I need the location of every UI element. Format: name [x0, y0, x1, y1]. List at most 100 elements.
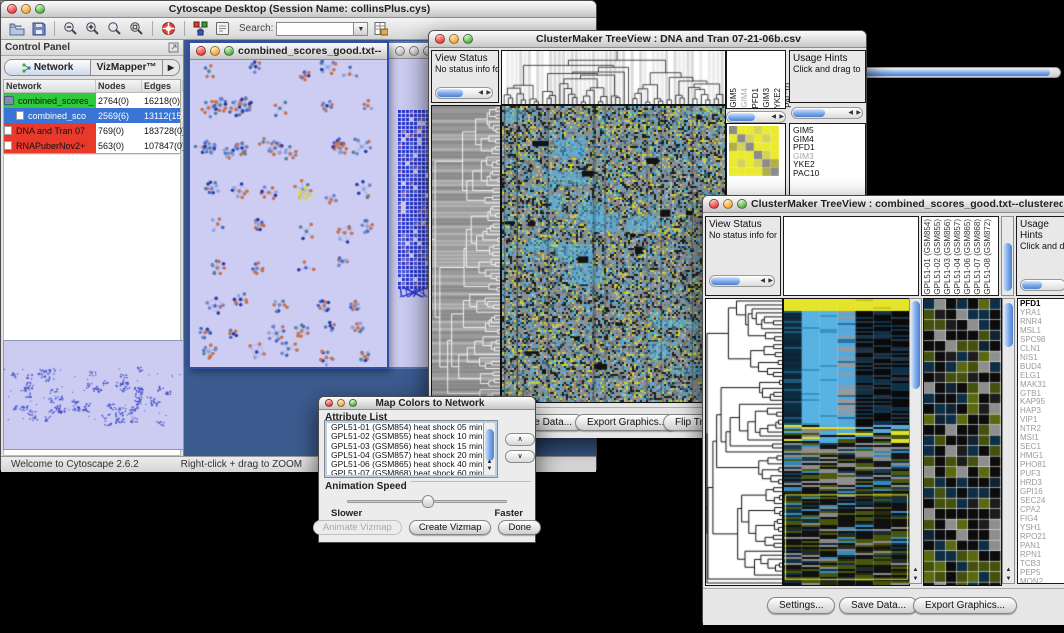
float-panel-icon[interactable] — [168, 42, 179, 53]
network-table-row[interactable]: RNAPuberNov2+ 563(0) 107847(0) — [4, 138, 180, 153]
tab-network[interactable]: Network — [5, 60, 91, 75]
tv1-row-dendrogram[interactable] — [431, 105, 501, 403]
attribute-item[interactable]: GPL51-07 (GSM868) heat shock 60 min — [329, 469, 495, 477]
scroll-right-arrow[interactable]: ▶ — [779, 112, 784, 122]
open-file-button[interactable] — [7, 19, 26, 38]
scrollbar-thumb[interactable] — [1022, 281, 1042, 289]
network-table-column[interactable]: Edges — [142, 80, 183, 92]
dense-network-canvas[interactable] — [398, 110, 430, 298]
zoom-fit-button[interactable] — [127, 19, 146, 38]
export-graphics-button[interactable]: Export Graphics... — [913, 597, 1017, 614]
done-button[interactable]: Done — [498, 520, 541, 535]
zoom-button[interactable] — [737, 199, 747, 209]
net1-titlebar[interactable]: combined_scores_good.txt--cluste... — [190, 43, 387, 60]
tv2-status-hscrollbar[interactable]: ◀ ▶ — [709, 275, 775, 287]
close-button[interactable] — [435, 34, 445, 44]
animation-speed-slider[interactable] — [347, 500, 507, 503]
column-label[interactable]: GPL51-02 (GSM855) — [933, 219, 943, 295]
treeview2-titlebar[interactable]: ClusterMaker TreeView : combined_scores_… — [703, 196, 1064, 213]
scrollbar-thumb[interactable] — [911, 301, 920, 389]
column-label[interactable]: GIM5 — [729, 88, 739, 108]
tab-overflow-button[interactable]: ▶ — [163, 60, 179, 75]
network-table-row[interactable]: combined_scores_ 2764(0) 16218(0) — [4, 93, 180, 108]
scrollbar-thumb[interactable] — [711, 277, 740, 285]
save-data-button[interactable]: Save Data... — [839, 597, 918, 614]
move-up-button[interactable]: ∧ — [505, 433, 535, 446]
close-button[interactable] — [395, 46, 405, 56]
scroll-right-arrow[interactable]: ▶ — [486, 88, 491, 98]
tv2-labels-vscrollbar[interactable] — [1001, 216, 1014, 296]
scrollbar-thumb[interactable] — [485, 429, 494, 461]
column-label[interactable]: GPL51-01 (GSM854) — [923, 219, 933, 295]
column-label[interactable]: GPL51-04 (GSM857) — [953, 219, 963, 295]
tv2-zoomed-heatmap[interactable] — [923, 298, 1002, 586]
move-down-button[interactable]: ∨ — [505, 450, 535, 463]
minimize-button[interactable] — [21, 4, 31, 14]
scrollbar-thumb[interactable] — [1004, 303, 1013, 347]
close-button[interactable] — [325, 399, 333, 407]
tv2-genes-vscrollbar[interactable]: ▲ ▼ — [1002, 298, 1015, 584]
treeview1-titlebar[interactable]: ClusterMaker TreeView : DNA and Tran 07-… — [429, 31, 866, 48]
scroll-up-arrow[interactable]: ▲ — [1003, 567, 1014, 573]
minimize-button[interactable] — [210, 46, 220, 56]
network-overview-minimap[interactable] — [3, 340, 184, 450]
scroll-left-arrow[interactable]: ◀ — [760, 276, 765, 286]
zoom-button[interactable] — [35, 4, 45, 14]
tv1-zoomed-heatmap[interactable] — [729, 126, 779, 176]
scroll-left-arrow[interactable]: ◀ — [848, 108, 853, 118]
column-label[interactable]: GPL51-07 (GSM868) — [973, 219, 983, 295]
scroll-down-arrow[interactable]: ▼ — [484, 465, 495, 474]
gene-label[interactable]: MON2 — [1020, 578, 1064, 584]
tv2-heatmap[interactable] — [783, 298, 910, 586]
scroll-left-arrow[interactable]: ◀ — [478, 88, 483, 98]
scrollbar-thumb[interactable] — [793, 109, 825, 117]
zoom-button[interactable] — [463, 34, 473, 44]
close-button[interactable] — [7, 4, 17, 14]
column-label[interactable]: PFD1 — [751, 88, 761, 108]
tv1-heatmap[interactable] — [501, 105, 726, 403]
animate-vizmap-button[interactable]: Animate Vizmap — [313, 520, 402, 535]
network-table-row[interactable]: combined_sco 2569(6) 13112(15) — [4, 108, 180, 123]
annotation-button[interactable] — [213, 19, 232, 38]
dialog-titlebar[interactable]: Map Colors to Network — [319, 397, 535, 410]
scrollbar-thumb[interactable] — [437, 89, 463, 97]
tab-vizmapper[interactable]: VizMapper™ — [91, 60, 163, 75]
network-table-row[interactable]: DNA and Tran 07 769(0) 183728(0) — [4, 123, 180, 138]
close-button[interactable] — [709, 199, 719, 209]
search-dropdown-arrow[interactable]: ▼ — [354, 22, 368, 36]
create-vizmap-button[interactable]: Create Vizmap — [409, 520, 492, 535]
gene-label[interactable]: PAC10 — [793, 169, 865, 178]
zoom-in-button[interactable] — [83, 19, 102, 38]
scrollbar-thumb[interactable] — [728, 113, 755, 121]
scroll-down-arrow[interactable]: ▼ — [1003, 576, 1014, 582]
settings-button[interactable]: Settings... — [767, 597, 835, 614]
scroll-down-arrow[interactable]: ▼ — [910, 576, 921, 582]
scroll-right-arrow[interactable]: ▶ — [856, 108, 861, 118]
column-label[interactable]: GIM3 — [762, 88, 772, 108]
save-session-button[interactable] — [29, 19, 48, 38]
zoom-selected-button[interactable] — [105, 19, 124, 38]
network-graph-canvas[interactable] — [190, 60, 387, 367]
minimize-button[interactable] — [409, 46, 419, 56]
tv2-column-dendrogram-area[interactable] — [783, 216, 919, 296]
scroll-left-arrow[interactable]: ◀ — [771, 112, 776, 122]
column-label[interactable]: GIM4 — [740, 88, 750, 108]
tv2-row-dendrogram[interactable] — [705, 298, 783, 586]
column-label[interactable]: GPL51-03 (GSM856) — [943, 219, 953, 295]
zoom-out-button[interactable] — [61, 19, 80, 38]
column-label[interactable]: GPL51-08 (GSM872) — [983, 219, 993, 295]
attribute-list-vscrollbar[interactable]: ▲ ▼ — [483, 423, 495, 475]
tv1-status-hscrollbar[interactable]: ◀ ▶ — [435, 87, 493, 99]
network-table-column[interactable]: Nodes — [96, 80, 142, 92]
tv1-column-dendrogram[interactable] — [501, 50, 726, 105]
help-button[interactable] — [159, 19, 178, 38]
zoom-button[interactable] — [224, 46, 234, 56]
vizmapper-button[interactable] — [191, 19, 210, 38]
scroll-up-arrow[interactable]: ▲ — [910, 567, 921, 573]
tv1-hints-hscrollbar[interactable]: ◀ ▶ — [791, 107, 863, 119]
tv1-labels-hscrollbar[interactable]: ◀ ▶ — [726, 111, 786, 123]
minimize-button[interactable] — [723, 199, 733, 209]
slider-thumb[interactable] — [422, 495, 434, 508]
zoom-button[interactable] — [349, 399, 357, 407]
tv2-hints-hscrollbar[interactable] — [1020, 279, 1064, 291]
